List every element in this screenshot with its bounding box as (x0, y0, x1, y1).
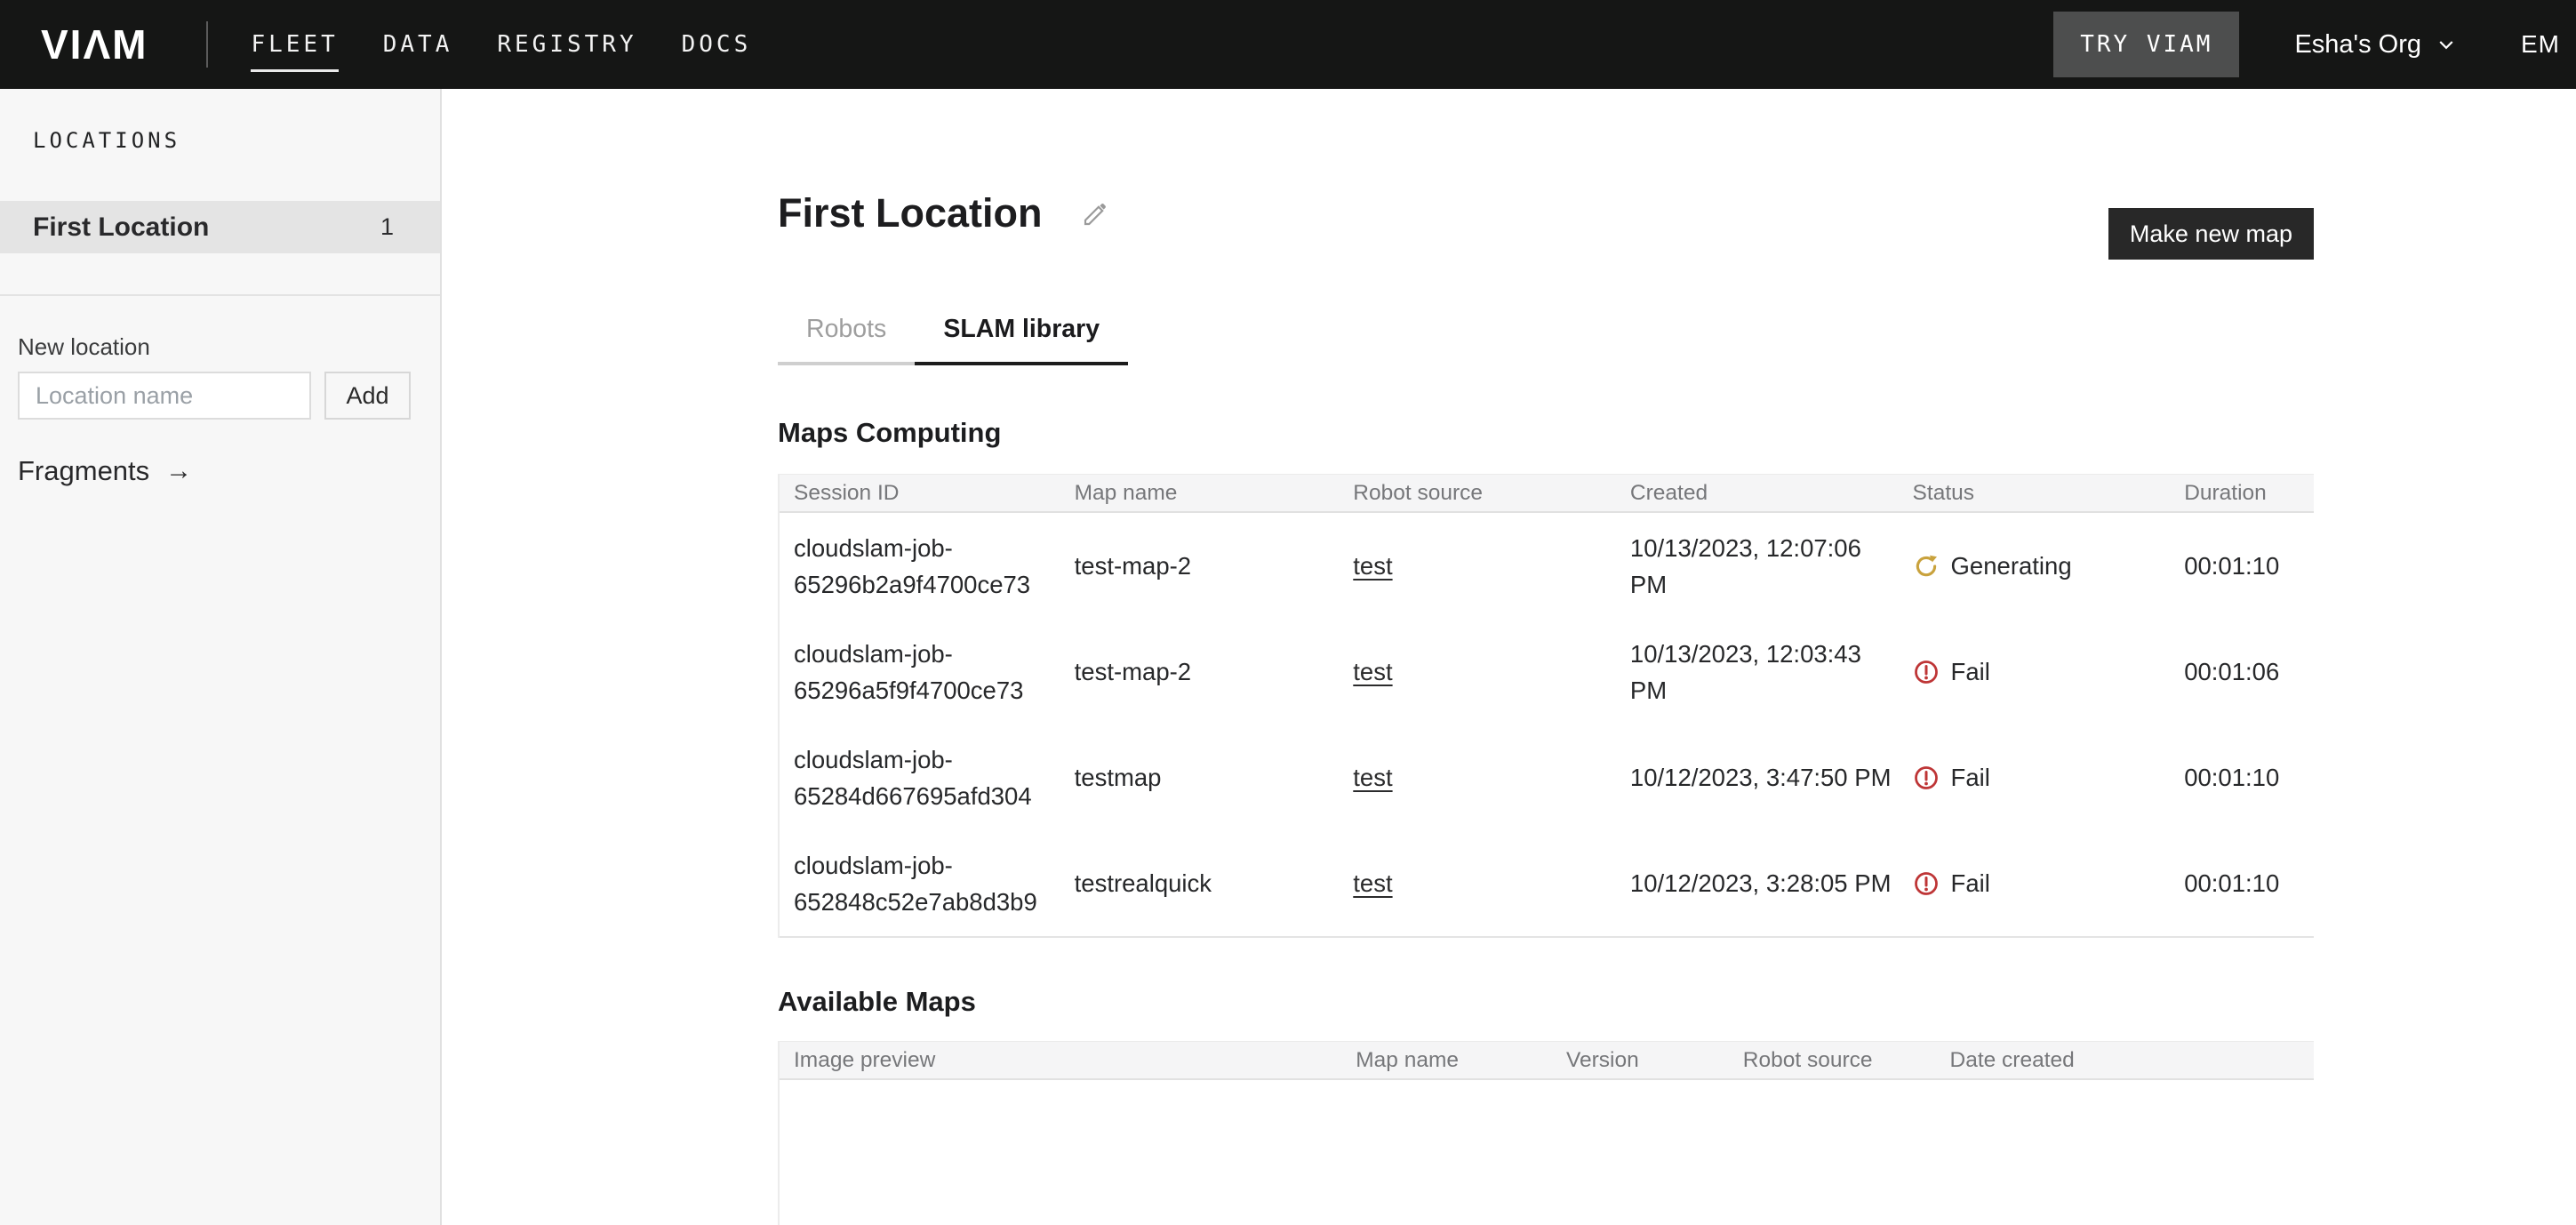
chevron-down-icon (2436, 34, 2457, 55)
fail-icon (1913, 659, 1940, 685)
robot-source-link[interactable]: test (1353, 869, 1392, 897)
table-row: cloudslam-job-65296b2a9f4700ce73 test-ma… (780, 513, 2314, 619)
user-menu[interactable]: EM (2521, 30, 2560, 59)
available-maps-empty-body (780, 1080, 2314, 1225)
nav-item-data[interactable]: DATA (383, 31, 453, 58)
duration: 00:01:10 (2175, 759, 2314, 796)
available-maps-header-row: Image preview Map name Version Robot sou… (780, 1041, 2314, 1080)
col-date-created: Date created (1936, 1048, 2315, 1073)
status-label: Fail (1951, 865, 1990, 901)
map-name: testrealquick (1060, 865, 1340, 901)
session-id: cloudslam-job-65284d667695afd304 (780, 741, 1060, 814)
org-name: Esha's Org (2294, 30, 2421, 60)
generating-icon (1913, 553, 1940, 580)
maps-computing-heading: Maps Computing (778, 417, 2576, 449)
map-name: test-map-2 (1060, 653, 1340, 690)
status-cell: Fail (1899, 865, 2176, 901)
locations-sidebar: LOCATIONS First Location 1 New location … (0, 89, 442, 1225)
col-duration: Duration (2175, 481, 2314, 506)
sidebar-item-first-location[interactable]: First Location 1 (0, 201, 440, 253)
primary-nav: FLEET DATA REGISTRY DOCS (251, 31, 751, 58)
robot-source-link[interactable]: test (1353, 658, 1392, 685)
created-timestamp: 10/13/2023, 12:03:43 PM (1616, 636, 1899, 709)
edit-location-name-button[interactable] (1080, 201, 1108, 232)
status-cell: Fail (1899, 653, 2176, 690)
fragments-link[interactable]: Fragments → (18, 455, 192, 487)
col-image-preview: Image preview (780, 1048, 1341, 1073)
nav-divider (206, 21, 208, 68)
col-map-name: Map name (1341, 1048, 1552, 1073)
arrow-right-icon: → (165, 456, 192, 486)
session-id: cloudslam-job-652848c52e7ab8d3b9 (780, 847, 1060, 920)
add-location-button[interactable]: Add (324, 372, 411, 420)
main-content: First Location Make new map Robots SLAM … (442, 89, 2576, 1225)
col-status: Status (1899, 481, 2176, 506)
duration: 00:01:10 (2175, 548, 2314, 584)
status-cell: Generating (1899, 548, 2176, 584)
session-id: cloudslam-job-65296b2a9f4700ce73 (780, 530, 1060, 603)
available-maps-heading: Available Maps (778, 986, 2576, 1018)
status-label: Fail (1951, 653, 1990, 690)
created-timestamp: 10/13/2023, 12:07:06 PM (1616, 530, 1899, 603)
viam-logo[interactable]: VIΛM (41, 0, 148, 89)
tab-robots[interactable]: Robots (778, 315, 915, 365)
col-map-name: Map name (1060, 481, 1340, 506)
new-location-form: New location Add (0, 296, 440, 420)
nav-item-registry[interactable]: REGISTRY (497, 31, 636, 58)
col-created: Created (1616, 481, 1899, 506)
fail-icon (1913, 765, 1940, 791)
location-tabs: Robots SLAM library (778, 315, 2576, 365)
org-switcher[interactable]: Esha's Org (2294, 30, 2457, 60)
created-timestamp: 10/12/2023, 3:28:05 PM (1616, 865, 1899, 901)
col-session-id: Session ID (780, 481, 1060, 506)
new-location-label: New location (18, 333, 440, 361)
map-name: test-map-2 (1060, 548, 1340, 584)
duration: 00:01:06 (2175, 653, 2314, 690)
col-robot-source: Robot source (1729, 1048, 1936, 1073)
created-timestamp: 10/12/2023, 3:47:50 PM (1616, 759, 1899, 796)
duration: 00:01:10 (2175, 865, 2314, 901)
status-label: Generating (1951, 548, 2072, 584)
try-viam-button[interactable]: TRY VIAM (2053, 12, 2239, 77)
location-name-input[interactable] (18, 372, 311, 420)
sidebar-heading: LOCATIONS (0, 89, 440, 153)
available-maps-table: Image preview Map name Version Robot sou… (778, 1041, 2314, 1225)
tab-slam-library[interactable]: SLAM library (915, 315, 1128, 365)
table-row: cloudslam-job-652848c52e7ab8d3b9 testrea… (780, 830, 2314, 936)
table-row: cloudslam-job-65296a5f9f4700ce73 test-ma… (780, 619, 2314, 725)
status-label: Fail (1951, 759, 1990, 796)
location-name: First Location (33, 212, 209, 243)
fail-icon (1913, 870, 1940, 897)
status-cell: Fail (1899, 759, 2176, 796)
session-id: cloudslam-job-65296a5f9f4700ce73 (780, 636, 1060, 709)
nav-item-fleet[interactable]: FLEET (251, 31, 338, 58)
location-robot-count: 1 (380, 213, 394, 241)
col-version: Version (1552, 1048, 1729, 1073)
table-row: cloudslam-job-65284d667695afd304 testmap… (780, 725, 2314, 830)
page-header: First Location Make new map (778, 188, 2314, 260)
viam-fleet-page: VIΛM FLEET DATA REGISTRY DOCS TRY VIAM E… (0, 0, 2576, 1225)
pencil-icon (1080, 201, 1108, 229)
maps-computing-table: Session ID Map name Robot source Created… (778, 474, 2314, 938)
maps-computing-header-row: Session ID Map name Robot source Created… (780, 474, 2314, 513)
robot-source-link[interactable]: test (1353, 764, 1392, 791)
top-nav: VIΛM FLEET DATA REGISTRY DOCS TRY VIAM E… (0, 0, 2576, 89)
make-new-map-button[interactable]: Make new map (2108, 208, 2314, 260)
page-title: First Location (778, 188, 1043, 238)
map-name: testmap (1060, 759, 1340, 796)
col-robot-source: Robot source (1339, 481, 1616, 506)
fragments-label: Fragments (18, 455, 149, 487)
nav-right: TRY VIAM Esha's Org EM (2053, 12, 2560, 77)
robot-source-link[interactable]: test (1353, 552, 1392, 580)
nav-item-docs[interactable]: DOCS (682, 31, 752, 58)
